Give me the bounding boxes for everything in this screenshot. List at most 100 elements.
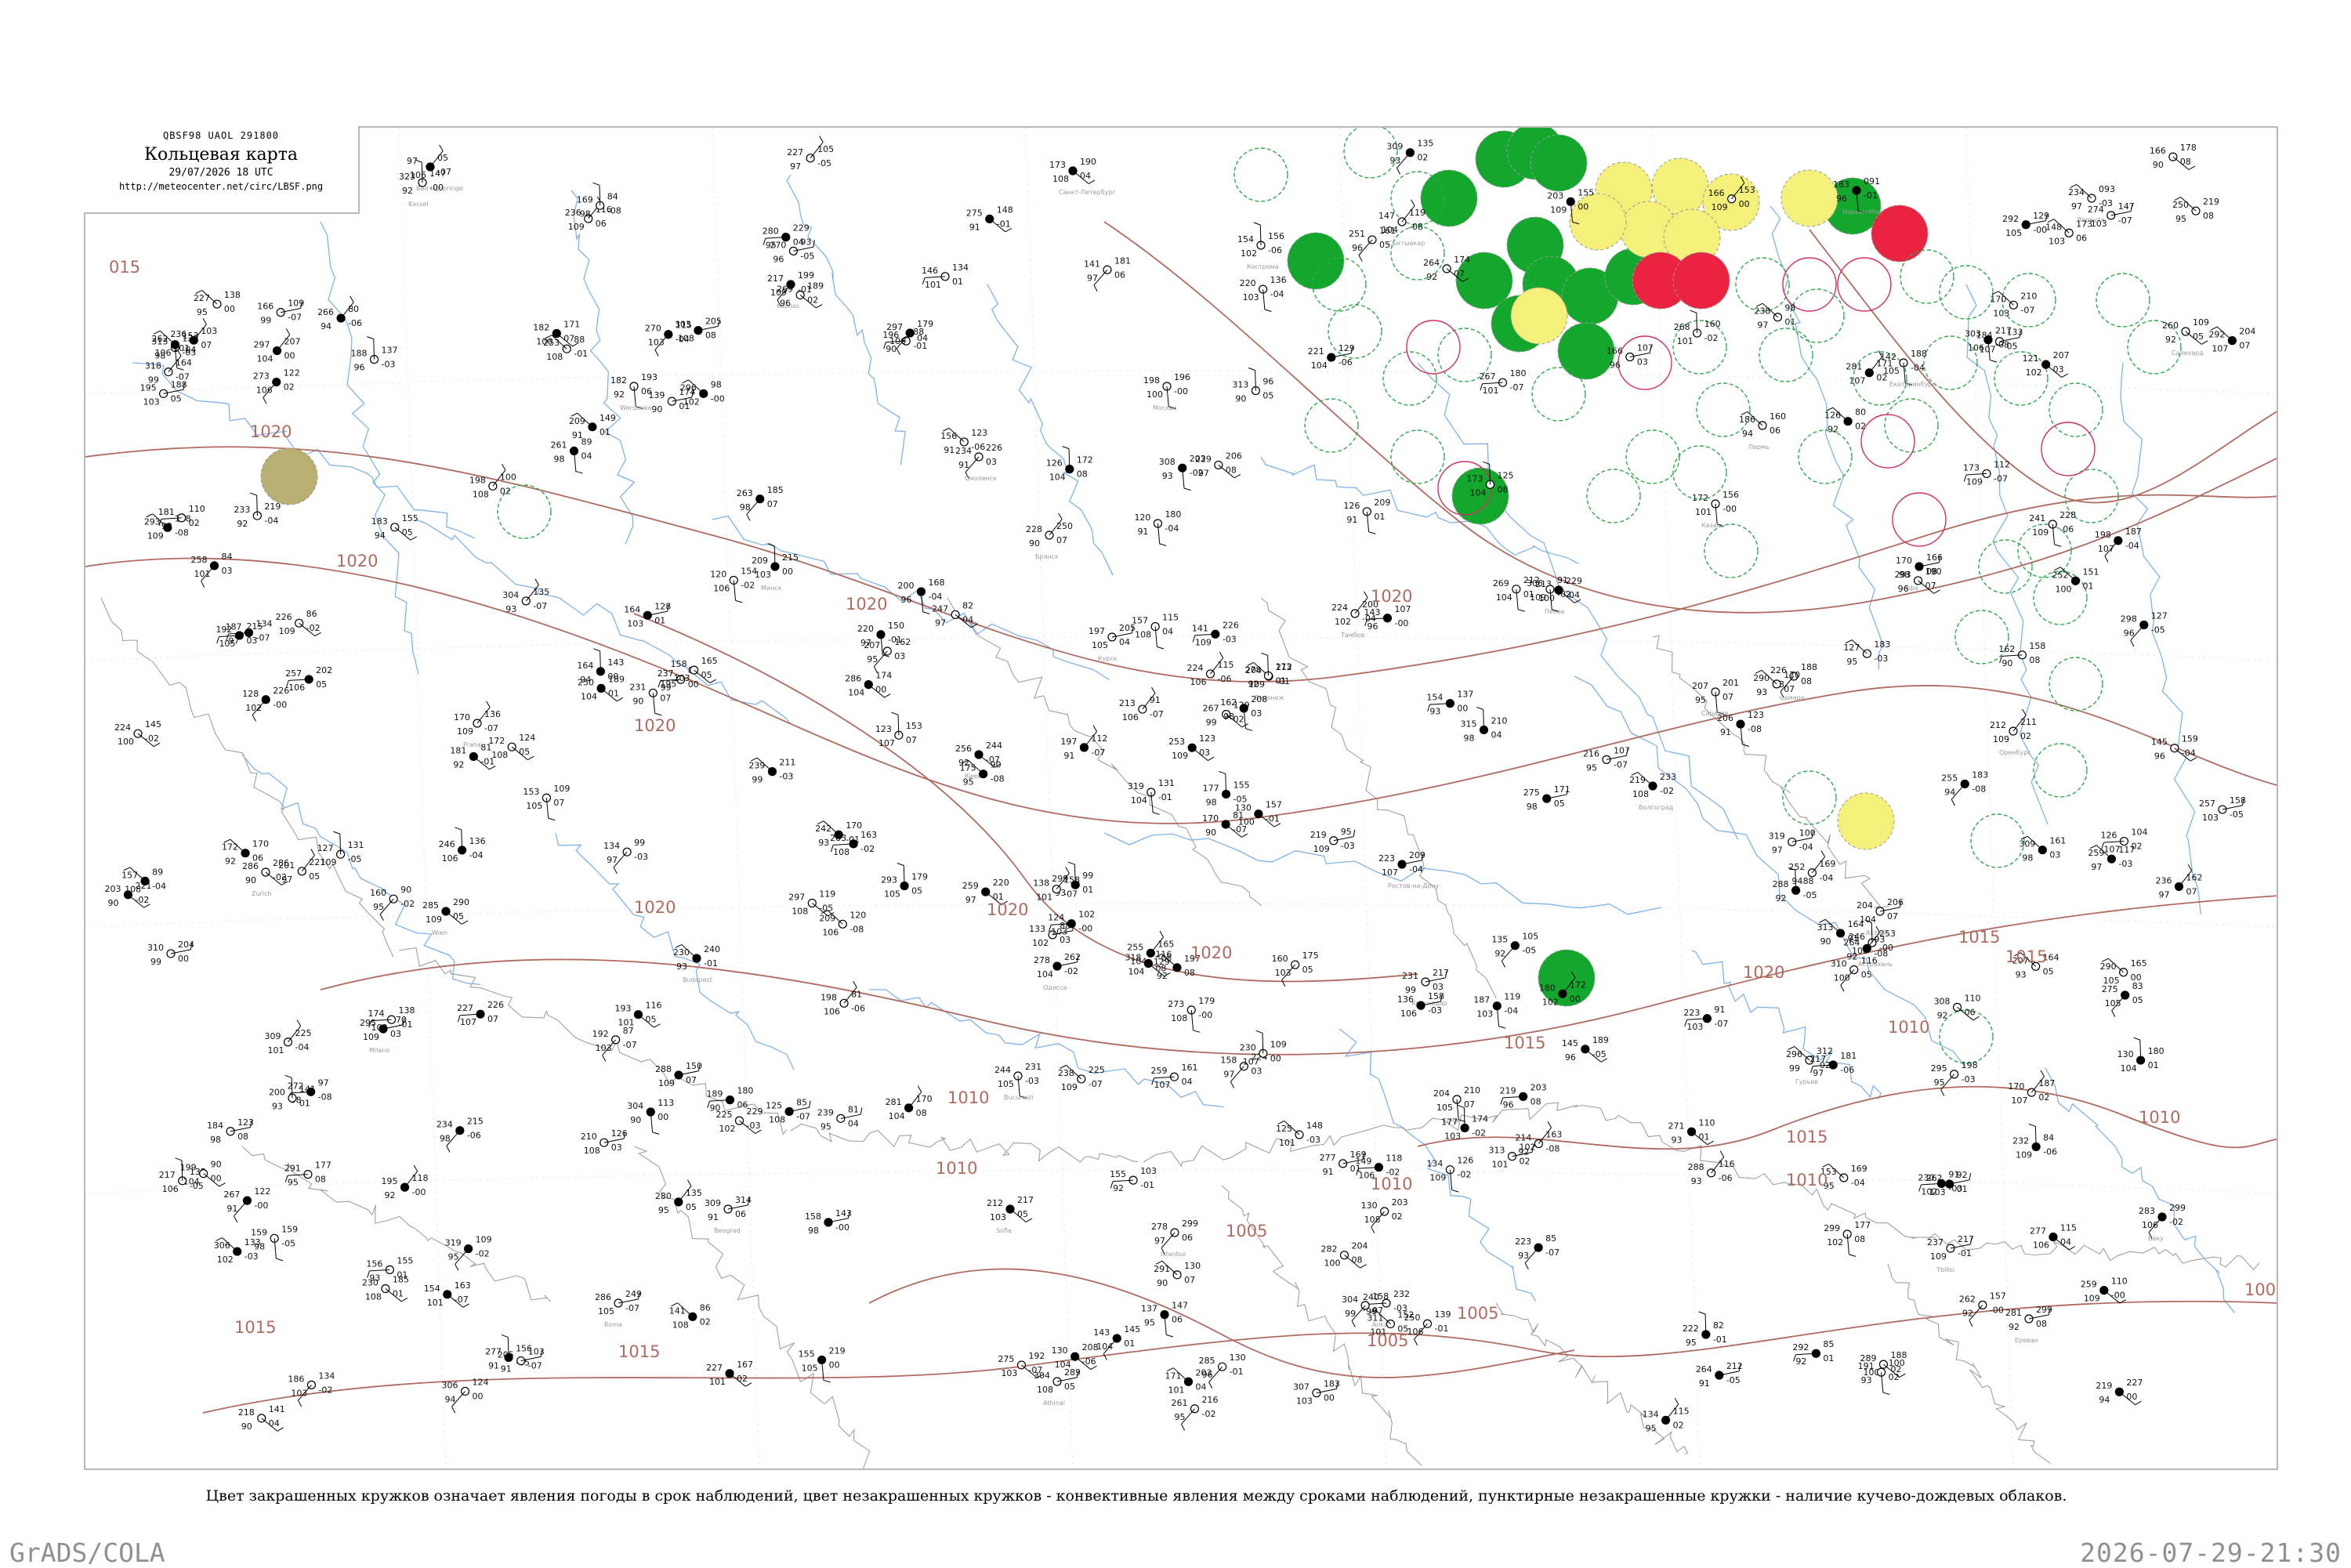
station-value-tendency: -08 bbox=[849, 924, 864, 934]
station-value-bottom: 93 bbox=[1672, 1135, 1683, 1145]
station-plot: 155 219105 00 bbox=[799, 1345, 846, 1383]
station-value-right: 103 bbox=[1140, 1166, 1157, 1176]
wind-barb-feather bbox=[1065, 867, 1070, 874]
station-value-bottom: 93 bbox=[1861, 1375, 1872, 1385]
station-value-bottom: 90 bbox=[1029, 538, 1040, 549]
station-value-tendency: 02 bbox=[1889, 1372, 1900, 1382]
isobar bbox=[320, 895, 2277, 1056]
station-plot: 153 109105 07 bbox=[523, 784, 570, 821]
station-value-bottom: 93 bbox=[1429, 707, 1440, 717]
station-value-tendency: -00 bbox=[1078, 924, 1092, 934]
station-value-bottom: 104 bbox=[2121, 1063, 2137, 1074]
station-value-tendency: -05 bbox=[817, 158, 831, 168]
wind-barb-feather bbox=[922, 611, 930, 614]
station-plot: 139 17490 01 bbox=[648, 387, 695, 415]
station-value-tendency: -04 bbox=[182, 345, 196, 355]
station-value-right: 93 bbox=[800, 237, 811, 247]
station-value-top: 275 bbox=[966, 208, 983, 218]
station-plot: 232 84109 -06 bbox=[2012, 1123, 2057, 1160]
source-url[interactable]: http://meteocenter.net/circ/LBSF.png bbox=[84, 181, 358, 192]
shower-filled-circle bbox=[1672, 252, 1730, 310]
station-value-bottom: 93 bbox=[1691, 1176, 1702, 1186]
station-value-right: 250 bbox=[1056, 521, 1073, 531]
station-value-right: 116 bbox=[1719, 1159, 1735, 1169]
station-value-top: 230 bbox=[1240, 1042, 1256, 1052]
station-value-tendency: 00 bbox=[657, 1112, 668, 1122]
station-value-top: 226 bbox=[276, 612, 292, 622]
station-value-tendency: 07 bbox=[201, 340, 212, 350]
station-value-tendency: 05 bbox=[519, 747, 530, 757]
station-value-tendency: 05 bbox=[911, 885, 922, 896]
station-value-right: 124 bbox=[473, 1377, 489, 1387]
station-plot: 213 91106 -07 bbox=[1119, 686, 1164, 722]
station-plot: 319 131104 -01 bbox=[1128, 778, 1175, 815]
station-value-bottom: 108 bbox=[546, 352, 563, 362]
station-value-bottom: 90 bbox=[1205, 827, 1216, 838]
station-value-bottom: 90 bbox=[632, 696, 643, 706]
station-value-top: 233 bbox=[234, 505, 250, 515]
station-value-bottom: 101 bbox=[1492, 1160, 1509, 1170]
station-value-top: 234 bbox=[437, 1120, 453, 1130]
station-value-tendency: 01 bbox=[393, 1288, 404, 1298]
isobar-label: 1020 bbox=[1190, 943, 1232, 962]
station-value-bottom: 98 bbox=[2022, 853, 2033, 864]
wind-barb-feather bbox=[1476, 706, 1483, 710]
station-value-tendency: -07 bbox=[1994, 473, 2008, 483]
station-value-bottom: 97 bbox=[607, 855, 618, 865]
station-value-tendency: -00 bbox=[1174, 386, 1188, 397]
station-value-bottom: 90 bbox=[107, 898, 118, 908]
station-value-top: 270 bbox=[770, 240, 786, 250]
station-value-bottom: 106 bbox=[162, 1184, 179, 1194]
station-value-bottom: 95 bbox=[1646, 1423, 1657, 1433]
station-value-right: 145 bbox=[1124, 1324, 1140, 1334]
wind-barb-feather bbox=[1166, 1334, 1174, 1338]
wind-barb-feather bbox=[534, 578, 539, 585]
station-value-tendency: -07 bbox=[1510, 382, 1524, 393]
station-plot: 261 8998 04 bbox=[551, 437, 592, 474]
station-value-bottom: 97 bbox=[1087, 273, 1098, 283]
station-value-right: 137 bbox=[1457, 690, 1473, 700]
station-plot: 299 177102 08 bbox=[1824, 1220, 1871, 1257]
station-value-bottom: 104 bbox=[1469, 487, 1486, 498]
wind-barb-feather bbox=[2054, 544, 2062, 547]
station-value-bottom: 92 bbox=[1962, 1308, 1973, 1318]
station-value-tendency: 04 bbox=[917, 333, 928, 343]
station-value-bottom: 93 bbox=[818, 838, 829, 848]
station-value-right: 163 bbox=[860, 830, 877, 840]
station-plot: 275 83105 05 bbox=[2102, 981, 2143, 1017]
station-value-tendency: 08 bbox=[916, 1108, 927, 1118]
station-value-right: 117 bbox=[2118, 845, 2135, 855]
station-value-top: 292 bbox=[1792, 1342, 1809, 1353]
wind-barb-feather bbox=[687, 1179, 692, 1186]
station-value-tendency: -05 bbox=[800, 251, 814, 261]
station-value-tendency: 08 bbox=[1155, 963, 1166, 973]
wind-barb-feather bbox=[1255, 1030, 1263, 1034]
station-value-tendency: -05 bbox=[2230, 809, 2244, 820]
station-value-tendency: 07 bbox=[1722, 692, 1733, 702]
wind-barb-feather bbox=[1498, 1026, 1506, 1029]
station-value-bottom: 108 bbox=[1135, 630, 1151, 640]
station-value-right: 155 bbox=[397, 1255, 413, 1266]
station-value-tendency: 01 bbox=[1784, 317, 1795, 328]
station-value-top: 216 bbox=[1583, 748, 1599, 759]
station-value-tendency: -07 bbox=[528, 1361, 542, 1371]
station-value-top: 311 bbox=[1367, 1313, 1383, 1323]
station-value-top: 97 bbox=[407, 156, 418, 166]
station-value-right: 81 bbox=[848, 1104, 859, 1114]
station-value-top: 145 bbox=[2151, 737, 2168, 748]
wind-barb-feather bbox=[1368, 531, 1376, 534]
station-value-right: 174 bbox=[679, 387, 695, 397]
station-value-tendency: -04 bbox=[1819, 873, 1833, 883]
station-value-tendency: -04 bbox=[264, 516, 278, 526]
station-value-bottom: 106 bbox=[1400, 1009, 1417, 1019]
station-value-top: 155 bbox=[799, 1349, 815, 1359]
station-value-tendency: -07 bbox=[1063, 889, 1078, 900]
wind-barb-feather bbox=[613, 867, 618, 875]
station-value-bottom: 106 bbox=[713, 583, 730, 593]
station-value-tendency: -06 bbox=[1339, 357, 1353, 368]
station-plot: 307 183103 00 bbox=[1293, 1379, 1340, 1407]
station-value-bottom: 97 bbox=[1757, 320, 1768, 331]
station-value-right: 192 bbox=[1028, 1351, 1045, 1361]
station-value-bottom: 97 bbox=[2159, 889, 2170, 900]
convective-circle bbox=[1837, 257, 1892, 312]
